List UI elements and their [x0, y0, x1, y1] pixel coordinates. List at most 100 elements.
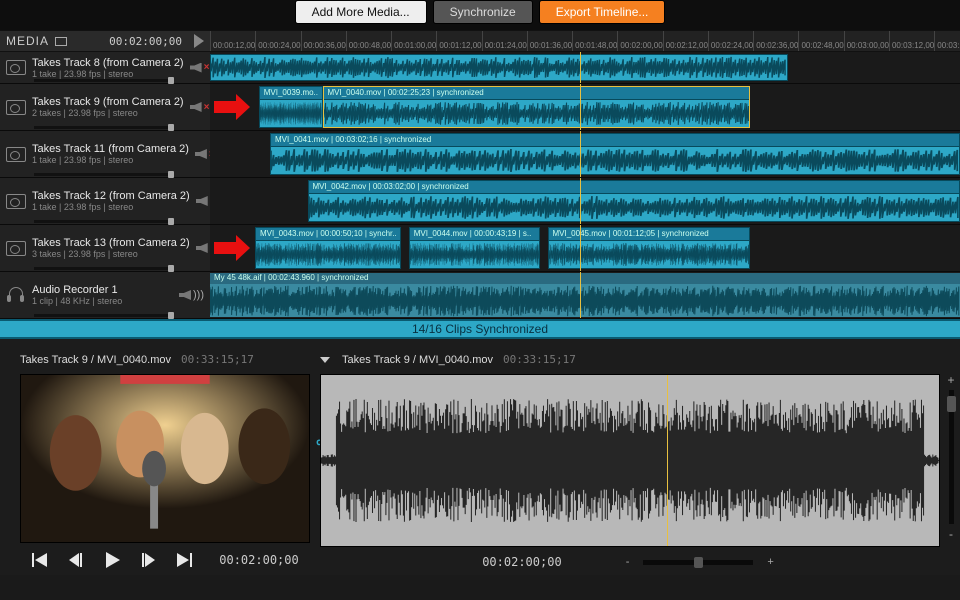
volume-slider[interactable]: [34, 267, 174, 270]
play-button-transport[interactable]: [103, 551, 121, 569]
time-ruler[interactable]: 00:00:12,0000:00:24,0000:00:36,0000:00:4…: [210, 31, 960, 51]
ruler-tick: 00:01:48,00: [572, 31, 617, 51]
track-lane[interactable]: MVI_0042.mov | 00:03:02;00 | synchronize…: [210, 178, 960, 224]
transport-right: 00:02:00;00 - +: [320, 555, 940, 569]
track-header[interactable]: Takes Track 11 (from Camera 2)1 take | 2…: [0, 131, 210, 177]
arrow-marker: [214, 235, 250, 261]
speaker-icon: [196, 243, 208, 253]
synchronize-button[interactable]: Synchronize: [433, 0, 533, 24]
track-row: Audio Recorder 11 clip | 48 KHz | stereo…: [0, 272, 960, 319]
video-clip[interactable]: MVI_0044.mov | 00:00:43;19 | s..: [409, 227, 540, 269]
track-header[interactable]: Takes Track 9 (from Camera 2)2 takes | 2…: [0, 84, 210, 130]
step-fwd-button[interactable]: [139, 551, 157, 569]
ruler-tick: 00:03:12,00: [889, 31, 934, 51]
zoom-in-button[interactable]: +: [763, 556, 777, 568]
speaker-icon: [195, 149, 207, 159]
video-clip[interactable]: MVI_0041.mov | 00:03:02;16 | synchronize…: [270, 133, 960, 175]
video-clip[interactable]: MVI_0043.mov | 00:00:50;10 | synchr..: [255, 227, 401, 269]
track-header[interactable]: Takes Track 12 (from Camera 2)1 take | 2…: [0, 178, 210, 224]
track-name: Takes Track 13 (from Camera 2): [32, 237, 190, 249]
track-lane[interactable]: MVI_0039.mo..MVI_0040.mov | 00:02:25;23 …: [210, 84, 960, 130]
ruler-tick: 00:00:24,00: [255, 31, 300, 51]
timeline-playhead[interactable]: [580, 225, 581, 271]
video-clip[interactable]: MVI_0040.mov | 00:02:25;23 | synchronize…: [323, 86, 751, 128]
timeline-playhead[interactable]: [580, 52, 581, 83]
mute-button[interactable]: ))): [179, 289, 204, 301]
track-name: Takes Track 12 (from Camera 2): [32, 190, 190, 202]
clip-label: My 45 48k.aif | 00:02:43.960 | synchroni…: [210, 273, 960, 284]
preview-left-tc: 00:33:15;17: [181, 353, 254, 366]
preview-right-title: Takes Track 9 / MVI_0040.mov: [342, 354, 493, 366]
timeline-playhead[interactable]: [580, 131, 581, 177]
step-back-button[interactable]: [67, 551, 85, 569]
track-meta: 1 take | 23.98 fps | stereo: [32, 155, 189, 165]
video-clip[interactable]: MVI_0039.mo..: [259, 86, 323, 128]
transport-left-tc: 00:02:00;00: [219, 553, 298, 567]
track-row: Takes Track 11 (from Camera 2)1 take | 2…: [0, 131, 960, 178]
add-media-button[interactable]: Add More Media...: [295, 0, 427, 24]
export-timeline-button[interactable]: Export Timeline...: [539, 0, 666, 24]
video-clip[interactable]: MVI_0045.mov | 00:01:12;05 | synchronize…: [548, 227, 751, 269]
transport-right-tc: 00:02:00;00: [482, 555, 561, 569]
speaker-icon: [196, 196, 208, 206]
arrow-marker: [214, 94, 250, 120]
zoom-out-button[interactable]: -: [622, 556, 634, 568]
waveform-playhead[interactable]: [667, 375, 668, 546]
waveform-preview[interactable]: [320, 374, 940, 547]
header-timecode: 00:02:00;00: [109, 35, 182, 48]
track-row: Takes Track 8 (from Camera 2)1 take | 23…: [0, 52, 960, 84]
timeline-playhead[interactable]: [580, 84, 581, 130]
muted-icon: ×: [204, 62, 210, 73]
mute-button[interactable]: ×: [190, 62, 210, 73]
clip-label: MVI_0040.mov | 00:02:25;23 | synchronize…: [324, 87, 750, 100]
ruler-tick: 00:02:12,00: [663, 31, 708, 51]
video-clip[interactable]: [210, 54, 788, 81]
transport-left: 00:02:00;00: [20, 551, 310, 569]
go-start-button[interactable]: [31, 551, 49, 569]
timeline-playhead[interactable]: [580, 178, 581, 224]
v-zoom-slider[interactable]: + -: [946, 373, 956, 541]
track-lane[interactable]: MVI_0041.mov | 00:03:02;16 | synchronize…: [210, 131, 960, 177]
ruler-tick: 00:02:48,00: [798, 31, 843, 51]
volume-slider[interactable]: [34, 220, 174, 223]
h-zoom-slider[interactable]: [643, 560, 753, 565]
camera-icon: [6, 241, 26, 256]
ruler-tick: 00:01:00,00: [391, 31, 436, 51]
sync-status-banner: 14/16 Clips Synchronized: [0, 319, 960, 339]
track-header[interactable]: Takes Track 8 (from Camera 2)1 take | 23…: [0, 52, 210, 83]
camera-icon: [6, 60, 26, 75]
track-name: Takes Track 9 (from Camera 2): [32, 96, 184, 108]
track-header[interactable]: Takes Track 13 (from Camera 2)3 takes | …: [0, 225, 210, 271]
ruler-tick: 00:02:24,00: [708, 31, 753, 51]
go-end-button[interactable]: [175, 551, 193, 569]
track-lane[interactable]: My 45 48k.aif | 00:02:43.960 | synchroni…: [210, 272, 960, 318]
clip-label: MVI_0044.mov | 00:00:43;19 | s..: [410, 228, 539, 241]
track-row: Takes Track 13 (from Camera 2)3 takes | …: [0, 225, 960, 272]
video-clip[interactable]: MVI_0042.mov | 00:03:02;00 | synchronize…: [308, 180, 960, 222]
track-lane[interactable]: [210, 52, 960, 83]
ruler-tick: 00:01:36,00: [527, 31, 572, 51]
play-button[interactable]: [194, 34, 204, 48]
track-meta: 1 take | 23.98 fps | stereo: [32, 202, 190, 212]
timeline-playhead[interactable]: [580, 272, 581, 318]
audio-clip[interactable]: My 45 48k.aif | 00:02:43.960 | synchroni…: [210, 273, 960, 317]
track-lane[interactable]: MVI_0043.mov | 00:00:50;10 | synchr.. MVI…: [210, 225, 960, 271]
volume-slider[interactable]: [34, 126, 174, 129]
preview-left-title: Takes Track 9 / MVI_0040.mov: [20, 354, 171, 366]
volume-slider[interactable]: [34, 314, 174, 317]
volume-slider[interactable]: [34, 173, 174, 176]
collapse-icon[interactable]: [320, 357, 330, 363]
ruler-tick: 00:01:12,00: [436, 31, 481, 51]
speaker-icon: [190, 63, 202, 73]
v-zoom-out-button[interactable]: -: [945, 527, 957, 541]
track-header[interactable]: Audio Recorder 11 clip | 48 KHz | stereo…: [0, 272, 210, 318]
mute-button[interactable]: ×: [190, 102, 210, 113]
tracks-area: Takes Track 8 (from Camera 2)1 take | 23…: [0, 52, 960, 319]
monitor-icon[interactable]: [55, 37, 67, 46]
video-thumbnail[interactable]: [20, 374, 310, 543]
v-zoom-in-button[interactable]: +: [944, 373, 959, 387]
volume-slider[interactable]: [34, 79, 174, 82]
camera-icon: [6, 147, 26, 162]
clip-label: MVI_0043.mov | 00:00:50;10 | synchr..: [256, 228, 400, 241]
ruler-tick: 00:02:00,00: [617, 31, 662, 51]
